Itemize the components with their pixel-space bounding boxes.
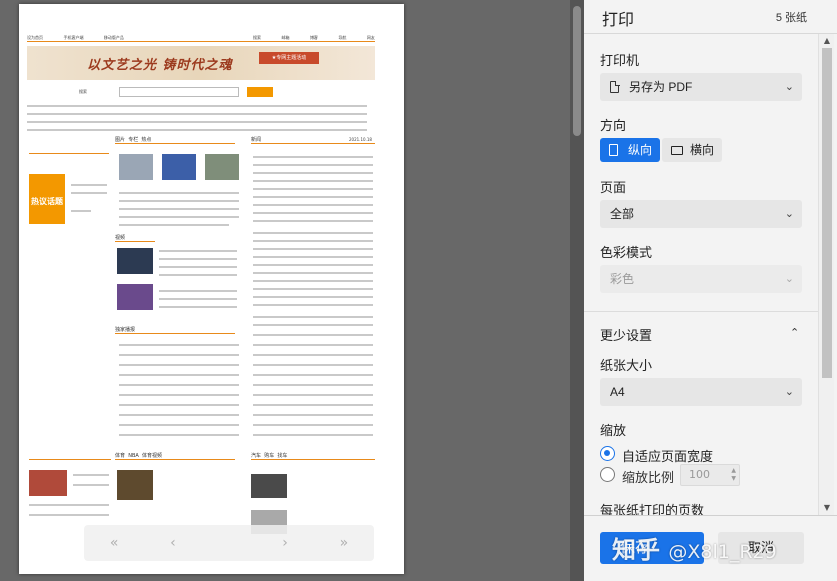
preview-scroll-thumb[interactable] [573, 6, 581, 136]
chevron-down-icon: ⌄ [784, 273, 794, 285]
preview-section-sports: 体育 NBA 体育视频 [115, 452, 235, 460]
preview-thumb-6 [117, 470, 153, 500]
portrait-label: 纵向 [628, 143, 653, 157]
dialog-header: 打印 5 张纸 [584, 0, 837, 34]
portrait-icon [609, 144, 618, 156]
dialog-title: 打印 [602, 12, 635, 29]
preview-promo-block: 热议话题 [29, 174, 65, 224]
landscape-button[interactable]: 横向 [662, 138, 722, 162]
chevron-down-icon: ⌄ [784, 208, 794, 220]
site-search-label: 搜索 [79, 89, 87, 94]
portrait-button[interactable]: 纵向 [600, 138, 660, 162]
preview-section-hot: 独家播报 [115, 326, 235, 334]
printer-label: 打印机 [600, 53, 640, 68]
site-search-button [247, 87, 273, 97]
preview-section-left [29, 146, 109, 154]
preview-thumb-7 [251, 474, 287, 498]
dialog-scrollbar[interactable]: ▲ ▼ [818, 34, 834, 515]
scale-label: 缩放 [600, 423, 627, 438]
prev-page-icon[interactable]: ‹ [170, 535, 176, 551]
banner-title: 以文艺之光 铸时代之魂 [87, 58, 233, 73]
pages-select[interactable]: 全部 ⌄ [600, 200, 802, 228]
preview-page-nav: « ‹ › » [84, 525, 374, 561]
color-mode-value: 彩色 [610, 272, 635, 286]
preview-thumb-9 [29, 470, 67, 496]
next-page-icon[interactable]: › [282, 535, 288, 551]
spinner-icon[interactable]: ▲ ▼ [731, 467, 736, 483]
settings-divider [584, 311, 818, 312]
last-page-icon[interactable]: » [340, 535, 349, 551]
chevron-down-icon: ⌄ [784, 386, 794, 398]
dialog-footer: 保存 取消 [584, 515, 837, 581]
paper-size-select[interactable]: A4 ⌄ [600, 378, 802, 406]
site-banner: 以文艺之光 铸时代之魂 ★专网主题活动 [27, 46, 375, 80]
printer-select[interactable]: 另存为 PDF ⌄ [600, 73, 802, 101]
preview-thumb-5 [117, 284, 153, 310]
preview-date: 2021.10.18 [349, 137, 372, 142]
landscape-label: 横向 [690, 143, 715, 157]
site-channel-grid [27, 101, 375, 133]
scale-input[interactable]: 100 ▲ ▼ [680, 464, 740, 486]
print-preview-area: 设为首页 手机客户端 移动版产品 搜索 邮箱 博客 导航 网友 以文艺之光 铸时代之魂 ★专… [0, 0, 570, 581]
color-mode-select: 彩色 ⌄ [600, 265, 802, 293]
save-button[interactable]: 保存 [600, 532, 704, 564]
banner-badge: ★专网主题活动 [259, 52, 319, 64]
preview-thumb-1 [119, 154, 153, 180]
scale-custom-radio[interactable] [600, 467, 615, 482]
first-page-icon[interactable]: « [110, 535, 119, 551]
preview-page: 设为首页 手机客户端 移动版产品 搜索 邮箱 博客 导航 网友 以文艺之光 铸时代之魂 ★专… [19, 4, 404, 574]
dialog-scroll-thumb[interactable] [822, 48, 832, 378]
color-mode-label: 色彩模式 [600, 245, 653, 260]
preview-thumb-2 [162, 154, 196, 180]
site-search-box [119, 87, 239, 97]
preview-section-video: 视频 [115, 234, 155, 242]
sheet-count: 5 张纸 [775, 12, 807, 24]
printer-value: 另存为 PDF [629, 80, 693, 94]
pages-label: 页面 [600, 180, 627, 195]
preview-thumb-3 [205, 154, 239, 180]
scroll-down-icon[interactable]: ▼ [822, 503, 832, 513]
orientation-label: 方向 [600, 118, 627, 133]
paper-size-value: A4 [610, 385, 625, 399]
scroll-up-icon[interactable]: ▲ [822, 36, 832, 46]
preview-section-car: 汽车 购车 找车 [251, 452, 375, 460]
cancel-button[interactable]: 取消 [718, 532, 804, 564]
preview-section-left-2 [29, 452, 111, 460]
print-dialog: 打印 5 张纸 打印机 另存为 PDF ⌄ 方向 纵向 横向 页面 全部 ⌄ 色… [584, 0, 837, 581]
preview-thumb-4 [117, 248, 153, 274]
paper-size-label: 纸张大小 [600, 358, 653, 373]
document-icon [610, 80, 620, 93]
landscape-icon [671, 146, 683, 155]
chevron-down-icon: ⌄ [784, 81, 794, 93]
preview-scrollbar[interactable] [570, 0, 584, 581]
scale-fit-label: 自适应页面宽度 [622, 449, 714, 464]
scale-value: 100 [689, 468, 710, 481]
site-search-row: 搜索 [79, 86, 379, 98]
more-settings-toggle[interactable]: 更少设置 [600, 325, 652, 344]
pages-value: 全部 [610, 207, 635, 221]
scale-custom-label: 缩放比例 [622, 470, 675, 485]
chevron-up-icon[interactable]: ⌃ [790, 326, 799, 339]
scale-fit-radio[interactable] [600, 446, 615, 461]
site-top-nav: 设为首页 手机客户端 移动版产品 搜索 邮箱 博客 导航 网友 [27, 35, 375, 42]
preview-section-tabs: 图片 专栏 热点 [115, 136, 235, 144]
